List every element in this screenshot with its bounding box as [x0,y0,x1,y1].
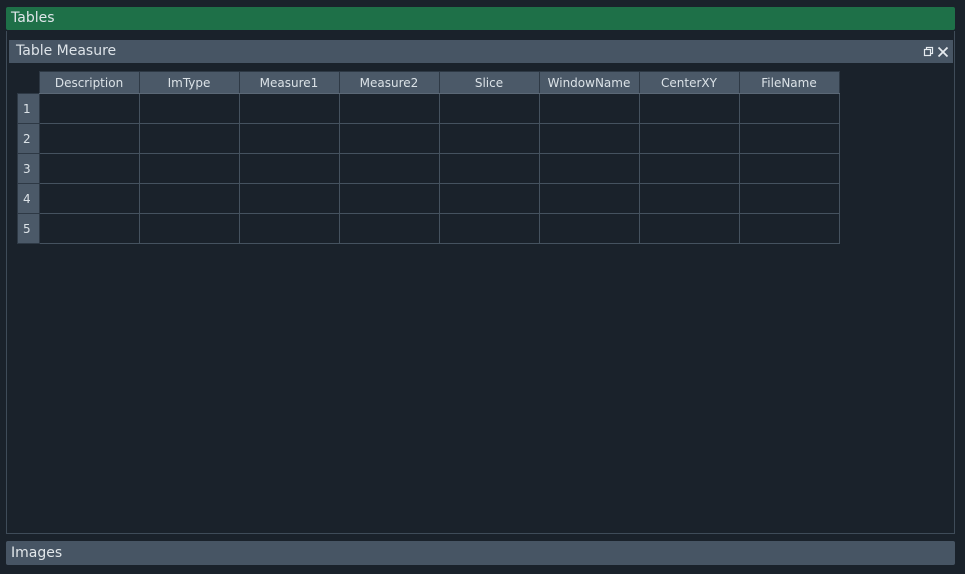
table-cell[interactable] [238,153,340,184]
table-cell[interactable] [338,183,440,214]
table-cell[interactable] [638,93,740,124]
tables-section-label: Tables [11,10,55,26]
table-row: 3 [17,153,840,184]
table-cell[interactable] [638,213,740,244]
table-cell[interactable] [438,183,540,214]
row-header[interactable]: 1 [17,93,40,124]
table-cell[interactable] [538,93,640,124]
table-cell[interactable] [238,93,340,124]
close-icon[interactable] [937,46,949,58]
column-header-measure2[interactable]: Measure2 [338,71,440,94]
images-section-header[interactable]: Images [6,541,955,565]
table-header-row: Description ImType Measure1 Measure2 Sli… [17,71,840,94]
table-cell[interactable] [638,123,740,154]
table-cell[interactable] [338,153,440,184]
dock-title-buttons [922,40,949,63]
column-header-windowname[interactable]: WindowName [538,71,640,94]
table-row: 5 [17,213,840,244]
row-header[interactable]: 2 [17,123,40,154]
column-header-measure1[interactable]: Measure1 [238,71,340,94]
column-header-description[interactable]: Description [38,71,140,94]
table-cell[interactable] [138,153,240,184]
table-cell[interactable] [138,123,240,154]
table-cell[interactable] [638,153,740,184]
table-cell[interactable] [638,183,740,214]
table-cell[interactable] [238,123,340,154]
row-header[interactable]: 5 [17,213,40,244]
table-cell[interactable] [538,213,640,244]
table-cell[interactable] [38,153,140,184]
table-row: 1 [17,93,840,124]
app-window: Tables Table Measure Description ImType … [0,0,965,574]
table-corner-button[interactable] [17,71,39,94]
table-cell[interactable] [38,123,140,154]
table-cell[interactable] [38,213,140,244]
table-cell[interactable] [438,153,540,184]
table-cell[interactable] [238,213,340,244]
table-cell[interactable] [438,213,540,244]
column-header-centerxy[interactable]: CenterXY [638,71,740,94]
tables-section-header[interactable]: Tables [6,7,955,30]
table-cell[interactable] [338,123,440,154]
table-cell[interactable] [738,153,840,184]
restore-window-icon[interactable] [922,46,934,58]
table-cell[interactable] [38,183,140,214]
row-header[interactable]: 4 [17,183,40,214]
measure-table: Description ImType Measure1 Measure2 Sli… [17,71,840,244]
dock-title-label: Table Measure [16,43,117,59]
table-cell[interactable] [538,153,640,184]
measure-table-container: Description ImType Measure1 Measure2 Sli… [17,71,840,244]
table-cell[interactable] [338,213,440,244]
table-cell[interactable] [138,93,240,124]
table-cell[interactable] [738,93,840,124]
table-cell[interactable] [438,93,540,124]
table-cell[interactable] [738,123,840,154]
table-row: 4 [17,183,840,214]
row-header[interactable]: 3 [17,153,40,184]
table-cell[interactable] [238,183,340,214]
table-cell[interactable] [538,123,640,154]
table-cell[interactable] [538,183,640,214]
table-cell[interactable] [138,183,240,214]
table-cell[interactable] [338,93,440,124]
table-cell[interactable] [138,213,240,244]
images-section-label: Images [11,545,63,561]
table-cell[interactable] [438,123,540,154]
table-row: 2 [17,123,840,154]
column-header-slice[interactable]: Slice [438,71,540,94]
table-cell[interactable] [738,213,840,244]
table-cell[interactable] [38,93,140,124]
table-cell[interactable] [738,183,840,214]
table-measure-dock-title[interactable]: Table Measure [9,40,953,63]
column-header-filename[interactable]: FileName [738,71,840,94]
column-header-imtype[interactable]: ImType [138,71,240,94]
